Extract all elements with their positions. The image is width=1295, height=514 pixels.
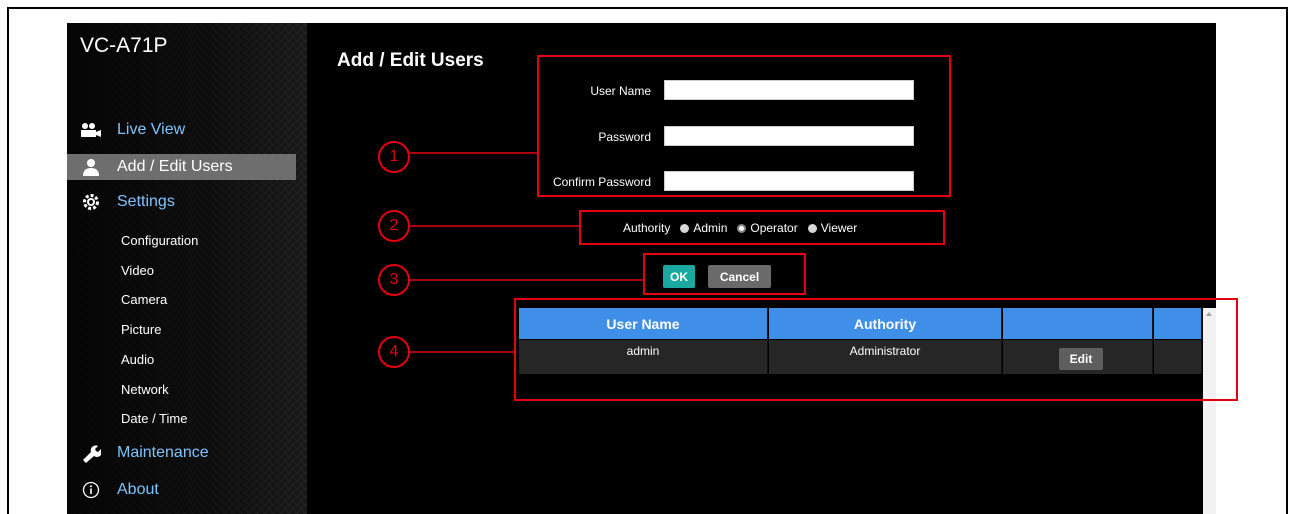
callout-2: 2 [378,210,410,242]
callout-leader-lines [410,152,643,353]
callout-4: 4 [378,336,410,368]
callout-3: 3 [378,264,410,296]
callout-1: 1 [378,141,410,173]
